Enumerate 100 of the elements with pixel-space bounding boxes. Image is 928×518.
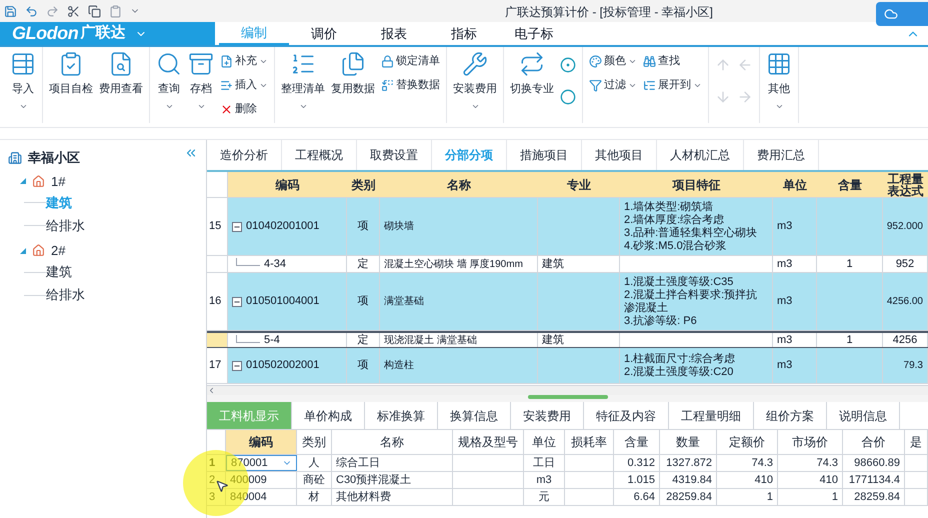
detail-tab[interactable]: 工程量明细 xyxy=(669,402,754,429)
column-header[interactable]: 是 xyxy=(905,430,928,454)
view-tab[interactable]: 费用汇总 xyxy=(744,140,819,170)
ribbon-small-button[interactable]: 查找 xyxy=(641,51,704,71)
column-header[interactable]: 含量 xyxy=(614,430,660,454)
paste-icon[interactable] xyxy=(109,4,122,18)
expand-toggle[interactable] xyxy=(20,248,26,254)
ribbon-small-button[interactable]: 颜色 xyxy=(587,51,639,71)
table-cell: 材 xyxy=(297,489,332,505)
ribbon-icon-button[interactable] xyxy=(558,55,578,75)
ribbon-small-button[interactable]: 补充 xyxy=(218,51,270,71)
column-header[interactable]: 类别 xyxy=(297,430,332,454)
filter-icon xyxy=(589,78,602,92)
menu-tab[interactable]: 指标 xyxy=(429,22,499,45)
expand-toggle[interactable] xyxy=(20,178,26,184)
tree-item[interactable]: 建筑 xyxy=(46,262,72,282)
view-tab[interactable]: 措施项目 xyxy=(507,140,582,170)
column-header[interactable]: 工程量表达式 xyxy=(883,172,928,197)
view-tab[interactable]: 造价分析 xyxy=(207,140,282,170)
scroll-left-icon[interactable] xyxy=(207,386,216,395)
table-cell: 010502002001 xyxy=(228,348,347,383)
ribbon-button[interactable]: 切换专业 xyxy=(508,47,556,119)
view-tab[interactable]: 取费设置 xyxy=(357,140,432,170)
cloud-button[interactable] xyxy=(876,2,928,26)
ribbon-button[interactable]: 项目自检 xyxy=(47,47,95,119)
tree-line xyxy=(236,258,260,266)
ribbon-button[interactable]: 费用查看 xyxy=(97,47,145,119)
table-cell: 建筑 xyxy=(538,256,620,272)
detail-tab[interactable]: 组价方案 xyxy=(754,402,827,429)
column-header[interactable]: 数量 xyxy=(660,430,717,454)
column-header[interactable]: 市场价 xyxy=(778,430,843,454)
ribbon-button[interactable]: 查询 xyxy=(154,47,184,119)
detail-tab[interactable]: 标准换算 xyxy=(365,402,438,429)
column-header[interactable]: 专业 xyxy=(538,172,620,197)
splitter-handle[interactable] xyxy=(528,395,608,399)
view-tab[interactable]: 其他项目 xyxy=(582,140,657,170)
tree-item[interactable]: 2# xyxy=(51,241,66,260)
save-icon[interactable] xyxy=(4,4,17,18)
column-header[interactable]: 编码 xyxy=(226,430,297,454)
detail-tab[interactable]: 说明信息 xyxy=(827,402,900,429)
detail-tab[interactable]: 特征及内容 xyxy=(584,402,669,429)
column-header[interactable]: 单位 xyxy=(524,430,565,454)
table-cell: 410 xyxy=(717,472,778,488)
tree-item[interactable]: 给排水 xyxy=(46,285,85,305)
table-row[interactable]: 4-34 定 混凝土空心砌块 墙 厚度190mm 建筑 m3 1 952 xyxy=(207,256,928,273)
detail-tab[interactable]: 单价构成 xyxy=(292,402,365,429)
collapse-toggle[interactable] xyxy=(232,360,242,370)
column-header[interactable]: 定额价 xyxy=(717,430,778,454)
files-icon xyxy=(340,51,366,77)
ribbon-button[interactable]: 导入 xyxy=(8,47,38,119)
tree-expand-icon xyxy=(643,78,656,92)
copy-icon[interactable] xyxy=(88,4,101,18)
ribbon-small-button[interactable]: 插入 xyxy=(218,75,270,95)
view-tab[interactable]: 人材机汇总 xyxy=(657,140,744,170)
menu-tab[interactable]: 电子标 xyxy=(499,22,569,45)
column-header[interactable]: 名称 xyxy=(380,172,538,197)
ribbon-small-button[interactable]: 展开到 xyxy=(641,75,704,95)
table-row[interactable]: 15 010402001001 项 砌块墙 1.墙体类型:砌筑墙 2.墙体厚度:综合考虑 3.品种:普通轻集料空心砌块 4.砂浆:M5.0混合砂浆 m3 952.000 xyxy=(207,198,928,256)
ribbon-button[interactable]: 存档 xyxy=(186,47,216,119)
redo-icon[interactable] xyxy=(46,4,59,18)
ribbon-button[interactable]: 安装费用 xyxy=(451,47,499,119)
ribbon-button[interactable]: 其他 xyxy=(764,47,794,119)
table-cell: 1327.872 xyxy=(660,455,717,471)
row-number: 1 xyxy=(207,455,226,471)
detail-tab[interactable]: 安装费用 xyxy=(511,402,584,429)
list-plus-icon xyxy=(220,78,233,92)
table-row[interactable]: 5-4 定 现浇混凝土 满堂基础 建筑 m3 1 4256 xyxy=(207,331,928,348)
collapse-toggle[interactable] xyxy=(232,296,242,306)
view-tab[interactable]: 工程概况 xyxy=(282,140,357,170)
menu-tab[interactable]: 调价 xyxy=(289,22,359,45)
column-header[interactable]: 含量 xyxy=(817,172,883,197)
table-cell: 6.64 xyxy=(614,489,660,505)
column-header[interactable]: 类别 xyxy=(347,172,380,197)
cut-icon[interactable] xyxy=(67,4,80,18)
column-header[interactable]: 编码 xyxy=(228,172,347,197)
column-header[interactable]: 合价 xyxy=(843,430,905,454)
column-header[interactable]: 规格及型号 xyxy=(453,430,524,454)
table-cell: m3 xyxy=(773,273,817,330)
detail-tab[interactable]: 换算信息 xyxy=(438,402,511,429)
collapse-toggle[interactable] xyxy=(232,222,242,232)
undo-icon[interactable] xyxy=(25,4,38,18)
menu-tab[interactable]: 报表 xyxy=(359,22,429,45)
ribbon-button[interactable]: 复用数据 xyxy=(329,47,377,119)
horizontal-scrollbar[interactable] xyxy=(207,385,928,395)
ribbon-small-button[interactable]: 过滤 xyxy=(587,75,639,95)
tree-item[interactable]: 1# xyxy=(51,172,66,191)
ribbon-small-button[interactable]: 锁定清单 xyxy=(379,51,442,71)
column-header[interactable]: 项目特征 xyxy=(620,172,773,197)
table-row[interactable]: 16 010501004001 项 满堂基础 1.混凝土强度等级:C35 2.混凝土拌合料要求:预拌抗渗混凝土 3.抗渗等级: P6 m3 4256.00 xyxy=(207,273,928,331)
tree-root[interactable]: 幸福小区 xyxy=(28,148,80,168)
ribbon-small-button[interactable]: 删除 xyxy=(218,99,270,119)
tree-item[interactable]: 给排水 xyxy=(46,216,85,236)
column-header[interactable]: 单位 xyxy=(773,172,817,197)
column-header[interactable]: 损耗率 xyxy=(565,430,614,454)
table-row[interactable]: 17 010502002001 项 构造柱 1.柱截面尺寸:综合考虑 2.混凝土强度等级:C20 m3 79.3 xyxy=(207,348,928,384)
ribbon-icon-button[interactable] xyxy=(558,87,578,107)
ribbon-small-button[interactable]: 替换数据 xyxy=(379,75,442,95)
table-cell: 砌块墙 xyxy=(380,198,538,255)
ribbon-button[interactable]: 整理清单 xyxy=(279,47,327,119)
column-header[interactable]: 名称 xyxy=(332,430,453,454)
